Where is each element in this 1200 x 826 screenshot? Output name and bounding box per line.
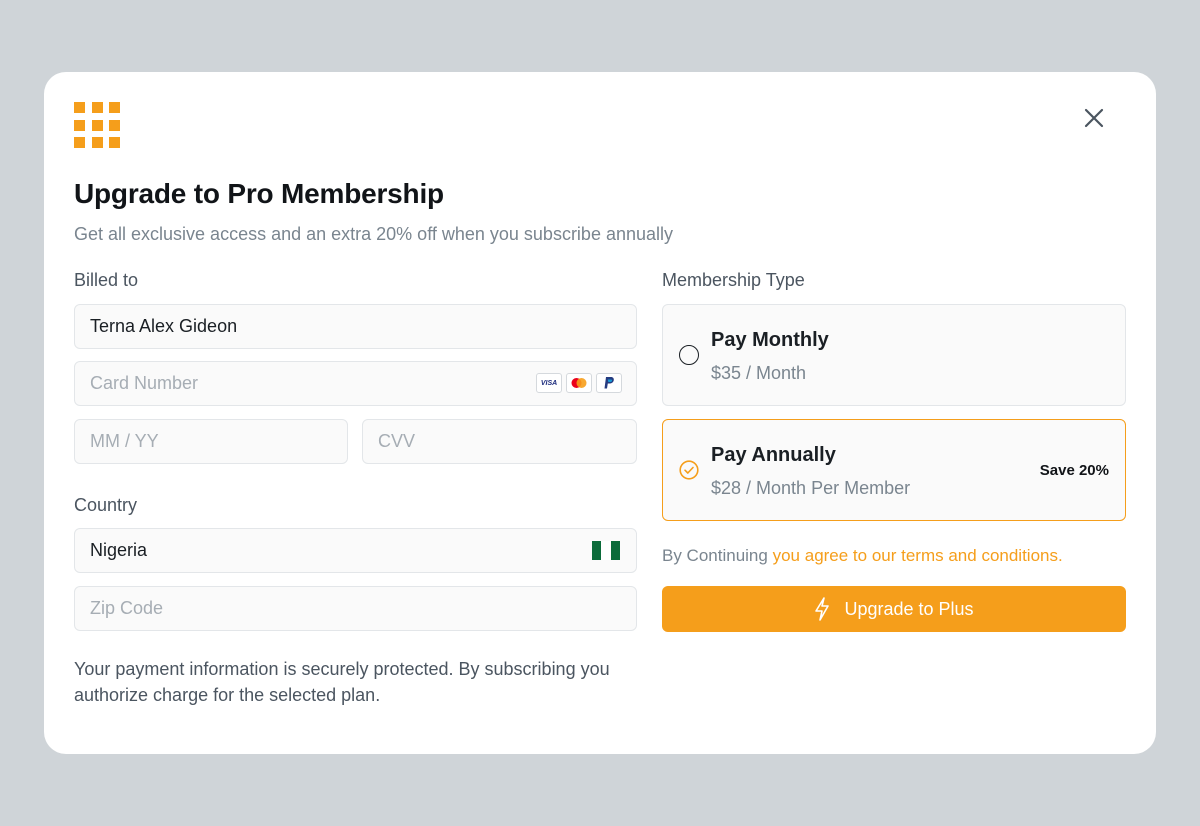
country-value: Nigeria <box>90 540 148 560</box>
expiry-field[interactable]: MM / YY <box>74 419 348 464</box>
plan-option-monthly[interactable]: Pay Monthly $35 / Month <box>662 304 1126 406</box>
plan-price: $28 / Month Per Member <box>711 478 911 498</box>
terms-link-lead[interactable]: you <box>773 546 800 565</box>
card-brand-icons: VISA <box>536 373 622 393</box>
close-icon <box>1084 108 1104 128</box>
page-title: Upgrade to Pro Membership <box>74 178 444 209</box>
name-field[interactable]: Terna Alex Gideon <box>74 304 637 349</box>
membership-type-label: Membership Type <box>662 270 805 290</box>
close-button[interactable] <box>1080 104 1108 132</box>
zip-code-placeholder: Zip Code <box>90 598 164 618</box>
paypal-icon <box>596 373 622 393</box>
plan-name: Pay Monthly <box>711 329 829 351</box>
country-label: Country <box>74 495 138 515</box>
visa-icon: VISA <box>536 373 562 393</box>
plan-option-annually[interactable]: Pay Annually $28 / Month Per Member Save… <box>662 419 1126 521</box>
security-note: Your payment information is securely pro… <box>74 659 610 705</box>
card-number-field[interactable]: Card Number VISA <box>74 361 637 406</box>
card-number-placeholder: Card Number <box>90 373 199 393</box>
plan-price: $35 / Month <box>711 363 807 383</box>
save-badge: Save 20% <box>1039 462 1109 479</box>
plan-name: Pay Annually <box>711 444 836 466</box>
terms-prefix: By Continuing <box>662 546 768 565</box>
billed-to-label: Billed to <box>74 270 139 290</box>
radio-unchecked-icon[interactable] <box>679 345 699 365</box>
upgrade-modal: Upgrade to Pro Membership Get all exclus… <box>44 72 1156 754</box>
upgrade-button[interactable]: Upgrade to Plus <box>662 586 1126 632</box>
mastercard-icon <box>566 373 592 393</box>
name-field-value: Terna Alex Gideon <box>90 316 238 336</box>
page-subtitle: Get all exclusive access and an extra 20… <box>74 224 674 244</box>
grid-logo-icon <box>74 102 120 148</box>
expiry-placeholder: MM / YY <box>90 431 159 451</box>
terms-link[interactable]: agree to our terms and conditions. <box>805 546 1063 565</box>
lightning-icon <box>815 597 830 621</box>
nigeria-flag-icon <box>592 541 620 560</box>
cvv-placeholder: CVV <box>378 431 416 451</box>
upgrade-button-label: Upgrade to Plus <box>844 598 974 619</box>
visa-label: VISA <box>540 379 558 387</box>
check-circle-icon[interactable] <box>679 460 699 480</box>
terms-text: By Continuing you agree to our terms and… <box>662 546 1063 566</box>
country-select[interactable]: Nigeria <box>74 528 637 573</box>
cvv-field[interactable]: CVV <box>362 419 637 464</box>
zip-code-field[interactable]: Zip Code <box>74 586 637 631</box>
